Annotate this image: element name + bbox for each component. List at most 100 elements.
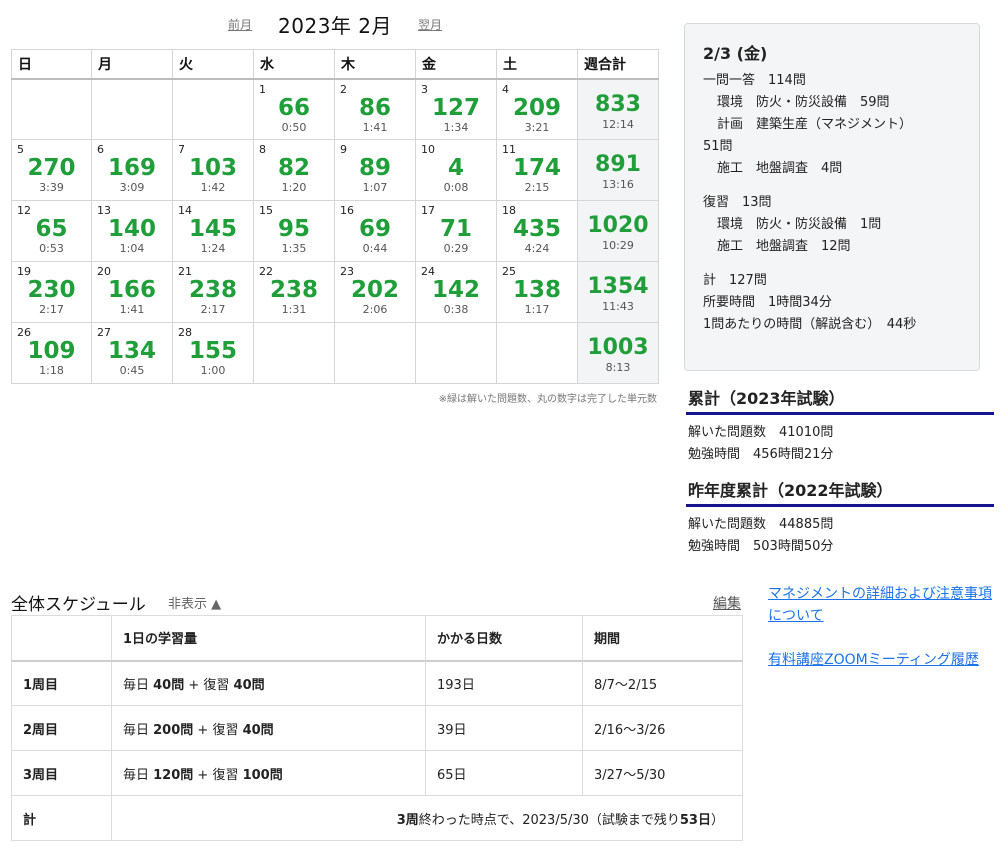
day-study-time: 2:17 xyxy=(39,303,64,316)
calendar-day-cell[interactable]: 9 89 1:07 xyxy=(334,139,416,201)
lap-period: 8/7〜2/15 xyxy=(582,660,743,706)
calendar-week-row: 19 230 2:17 20 166 1:41 21 238 2:17 22 238 1:31 23 20… xyxy=(11,261,659,323)
lap-days: 39日 xyxy=(425,705,583,751)
calendar-day-cell[interactable]: 20 166 1:41 xyxy=(91,261,173,323)
calendar-empty-cell xyxy=(415,322,497,384)
day-number: 28 xyxy=(178,326,192,339)
day-solved-count: 71 xyxy=(439,216,472,242)
day-solved-count: 155 xyxy=(188,338,237,364)
calendar-day-cell[interactable]: 11 174 2:15 xyxy=(496,139,578,201)
detail-line: 一問一答 114問 xyxy=(703,73,806,88)
schedule-row: 2周目 毎日 200問 + 復習 40問 39日 2/16〜3/26 xyxy=(11,705,743,751)
calendar-week-row: 5 270 3:39 6 169 3:09 7 103 1:42 8 82 1:20 9 89 1:07 10… xyxy=(11,139,659,201)
calendar-day-cell[interactable]: 8 82 1:20 xyxy=(253,139,335,201)
daily-review-count: 40問 xyxy=(233,677,265,693)
day-solved-count: 66 xyxy=(277,94,310,121)
day-solved-count: 138 xyxy=(512,277,561,303)
day-study-time: 1:35 xyxy=(281,242,307,255)
calendar-day-cell[interactable]: 27 134 0:45 xyxy=(91,322,173,384)
lap-days: 193日 xyxy=(425,660,583,706)
day-solved-count: 435 xyxy=(512,216,561,242)
calendar-day-cell[interactable]: 12 65 0:53 xyxy=(11,200,92,262)
day-number: 15 xyxy=(259,204,273,217)
calendar-day-cell[interactable]: 3 127 1:34 xyxy=(415,78,497,140)
day-number: 19 xyxy=(17,265,31,278)
calendar-day-cell[interactable]: 21 238 2:17 xyxy=(172,261,254,323)
cumulative-study-time: 勉強時間 456時間21分 xyxy=(688,447,834,462)
day-number: 5 xyxy=(17,143,24,156)
weekday-header-row: 日 月 火 水 木 金 土 週合計 xyxy=(11,49,659,80)
schedule-total-row: 計 3周終わった時点で、2023/5/30（試験まで残り53日） xyxy=(11,795,743,841)
day-solved-count: 270 xyxy=(27,155,76,181)
last-year-study-time: 勉強時間 503時間50分 xyxy=(688,539,834,554)
day-study-time: 3:09 xyxy=(119,181,145,194)
calendar-day-cell[interactable]: 1 66 0:50 xyxy=(253,78,335,140)
daily-review-count: 100問 xyxy=(242,767,283,783)
day-study-time: 1:31 xyxy=(281,303,307,316)
calendar-day-cell[interactable]: 4 209 3:21 xyxy=(496,78,578,140)
day-solved-count: 89 xyxy=(358,155,391,181)
calendar-day-cell[interactable]: 22 238 1:31 xyxy=(253,261,335,323)
calendar-day-cell[interactable]: 2 86 1:41 xyxy=(334,78,416,140)
day-solved-count: 140 xyxy=(107,216,156,242)
cumulative-2022: 昨年度累計（2022年試験） 解いた問題数 44885問 勉強時間 503時間5… xyxy=(686,477,994,558)
cumulative-title: 累計（2023年試験） xyxy=(686,385,994,415)
daily-review-prefix: + 復習 xyxy=(193,722,243,738)
weekly-solved-count: 1020 xyxy=(587,213,649,238)
day-study-time: 1:00 xyxy=(200,364,226,377)
day-solved-count: 142 xyxy=(431,277,480,303)
calendar-day-cell[interactable]: 15 95 1:35 xyxy=(253,200,335,262)
zoom-meeting-history-link[interactable]: 有料講座ZOOMミーティング履歴 xyxy=(768,649,993,671)
day-number: 22 xyxy=(259,265,273,278)
weekly-total-cell: 1354 11:43 xyxy=(577,261,659,323)
calendar-day-cell[interactable]: 19 230 2:17 xyxy=(11,261,92,323)
day-number: 2 xyxy=(340,82,347,96)
calendar-day-cell[interactable]: 7 103 1:42 xyxy=(172,139,254,201)
schedule-row: 3周目 毎日 120問 + 復習 100問 65日 3/27〜5/30 xyxy=(11,750,743,796)
schedule-hide-toggle[interactable]: 非表示 ▲ xyxy=(168,593,221,612)
schedule-summary: 3周終わった時点で、2023/5/30（試験まで残り53日） xyxy=(111,795,743,841)
side-links: マネジメントの詳細および注意事項について 有料講座ZOOMミーティング履歴 xyxy=(768,583,993,671)
day-solved-count: 230 xyxy=(27,277,76,303)
summary-remaining-days: 53日 xyxy=(679,812,711,828)
calendar-day-cell[interactable]: 24 142 0:38 xyxy=(415,261,497,323)
calendar-day-cell[interactable]: 23 202 2:06 xyxy=(334,261,416,323)
day-study-time: 1:04 xyxy=(119,242,145,255)
day-solved-count: 4 xyxy=(447,155,464,181)
day-solved-count: 169 xyxy=(107,155,156,181)
prev-month-link[interactable]: 前月 xyxy=(228,16,252,33)
weekly-solved-count: 1354 xyxy=(587,274,649,299)
detail-line: 環境 防火・防災設備 1問 xyxy=(717,217,882,232)
day-number: 4 xyxy=(502,82,509,96)
weekly-solved-count: 833 xyxy=(595,91,641,117)
calendar-day-cell[interactable]: 16 69 0:44 xyxy=(334,200,416,262)
calendar-day-cell[interactable]: 6 169 3:09 xyxy=(91,139,173,201)
day-solved-count: 174 xyxy=(512,155,561,181)
day-number: 14 xyxy=(178,204,192,217)
schedule-edit-link[interactable]: 編集 xyxy=(713,593,741,613)
calendar-day-cell[interactable]: 5 270 3:39 xyxy=(11,139,92,201)
next-month-link[interactable]: 翌月 xyxy=(418,16,442,33)
summary-text: 終わった時点で、2023/5/30（試験まで残り xyxy=(418,812,680,828)
calendar-day-cell[interactable]: 25 138 1:17 xyxy=(496,261,578,323)
weekday-wed: 水 xyxy=(253,49,335,80)
calendar-day-cell[interactable]: 13 140 1:04 xyxy=(91,200,173,262)
day-study-time: 2:17 xyxy=(200,303,226,316)
calendar-day-cell[interactable]: 17 71 0:29 xyxy=(415,200,497,262)
day-study-time: 0:38 xyxy=(443,303,469,316)
calendar-day-cell[interactable]: 26 109 1:18 xyxy=(11,322,92,384)
day-solved-count: 65 xyxy=(35,216,68,242)
day-number: 6 xyxy=(97,143,104,156)
calendar-empty-cell xyxy=(91,78,173,140)
day-number: 20 xyxy=(97,265,111,278)
management-details-link[interactable]: マネジメントの詳細および注意事項について xyxy=(768,583,993,627)
weekly-solved-count: 1003 xyxy=(587,335,649,360)
month-title: 2023年 2月 xyxy=(278,13,392,38)
calendar-day-cell[interactable]: 28 155 1:00 xyxy=(172,322,254,384)
calendar-day-cell[interactable]: 10 4 0:08 xyxy=(415,139,497,201)
day-number: 25 xyxy=(502,265,516,278)
day-study-time: 1:17 xyxy=(524,303,550,316)
calendar-day-cell[interactable]: 14 145 1:24 xyxy=(172,200,254,262)
schedule-col-daily: 1日の学習量 xyxy=(111,615,426,662)
calendar-day-cell[interactable]: 18 435 4:24 xyxy=(496,200,578,262)
